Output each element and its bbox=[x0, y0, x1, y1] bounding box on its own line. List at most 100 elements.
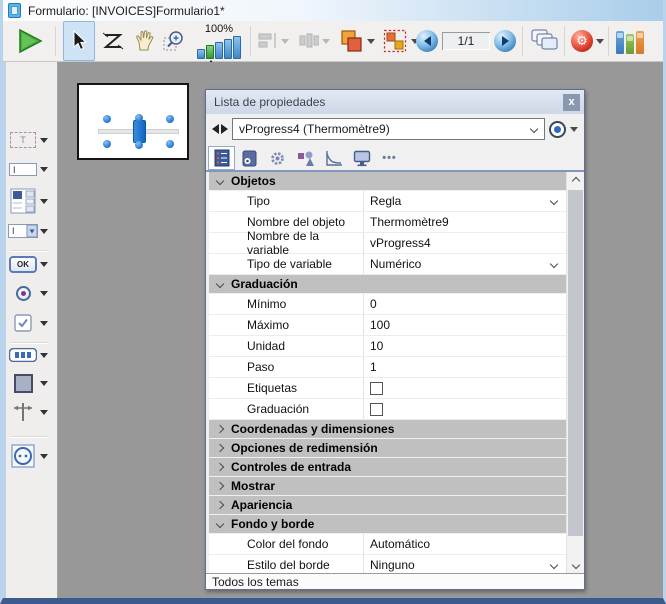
tab-shapes[interactable] bbox=[292, 146, 319, 170]
close-icon[interactable]: x bbox=[563, 94, 580, 111]
combo-box-tool[interactable]: I bbox=[6, 224, 56, 238]
dropdown-arrow-icon[interactable] bbox=[40, 321, 48, 326]
property-value[interactable]: Thermomètre9 bbox=[364, 212, 566, 232]
property-value[interactable]: 100 bbox=[364, 315, 566, 335]
form-pages-button[interactable] bbox=[527, 21, 561, 61]
property-value[interactable] bbox=[364, 378, 566, 398]
dropdown-arrow-icon[interactable] bbox=[367, 39, 375, 44]
selection-handle[interactable] bbox=[135, 141, 143, 149]
pointer-tool-button[interactable] bbox=[63, 21, 95, 61]
list-box-tool[interactable] bbox=[6, 188, 56, 214]
checkbox-tool[interactable] bbox=[6, 314, 56, 332]
draw-tool-button[interactable] bbox=[97, 21, 129, 61]
property-value[interactable]: Ninguno bbox=[364, 555, 566, 573]
explorer-button[interactable] bbox=[613, 21, 647, 61]
chevron-down-icon[interactable] bbox=[550, 260, 558, 268]
chevron-down-icon[interactable] bbox=[550, 561, 558, 569]
checkbox[interactable] bbox=[370, 382, 383, 395]
dropdown-arrow-icon[interactable] bbox=[40, 454, 48, 459]
dropdown-arrow-icon[interactable] bbox=[40, 199, 48, 204]
selection-handle[interactable] bbox=[103, 140, 111, 148]
eye-icon[interactable] bbox=[549, 121, 566, 138]
property-value[interactable]: 0 bbox=[364, 294, 566, 314]
zoom-bar-800[interactable] bbox=[233, 36, 241, 59]
property-value[interactable]: vProgress4 bbox=[364, 233, 566, 253]
tab-actions[interactable] bbox=[264, 146, 291, 170]
section-header[interactable]: Graduación bbox=[209, 275, 566, 294]
slider-thumb[interactable] bbox=[133, 120, 146, 143]
dropdown-arrow-icon[interactable] bbox=[40, 138, 48, 143]
property-value[interactable]: 10 bbox=[364, 336, 566, 356]
settings-button[interactable]: ⚙ bbox=[569, 21, 595, 61]
tab-more[interactable]: ••• bbox=[376, 146, 403, 170]
dropdown-arrow-icon[interactable] bbox=[40, 410, 48, 415]
previous-object-icon[interactable] bbox=[212, 124, 219, 134]
run-button[interactable] bbox=[11, 21, 49, 61]
dropdown-arrow-icon[interactable] bbox=[40, 229, 48, 234]
rectangle-tool[interactable] bbox=[6, 374, 56, 393]
property-value[interactable] bbox=[364, 399, 566, 419]
form-canvas[interactable]: Lista de propiedades x vProgress4 (Therm… bbox=[59, 62, 663, 598]
selection-handle[interactable] bbox=[135, 114, 143, 122]
tab-display[interactable] bbox=[348, 146, 375, 170]
scroll-down-button[interactable] bbox=[567, 556, 584, 573]
next-page-button[interactable] bbox=[493, 21, 517, 61]
section-header[interactable]: Mostrar bbox=[209, 477, 566, 496]
plugin-area-tool[interactable] bbox=[6, 444, 56, 468]
panel-titlebar[interactable]: Lista de propiedades x bbox=[206, 90, 584, 114]
splitter-tool[interactable] bbox=[6, 402, 56, 422]
property-list-panel: Lista de propiedades x vProgress4 (Therm… bbox=[205, 89, 585, 590]
tab-property-list[interactable] bbox=[208, 146, 235, 170]
section-header[interactable]: Objetos bbox=[209, 172, 566, 191]
section-header[interactable]: Coordenadas y dimensiones bbox=[209, 420, 566, 439]
zoom-bar-100-selected[interactable] bbox=[206, 45, 214, 59]
page-indicator-field[interactable]: 1/1 bbox=[441, 21, 491, 61]
section-header[interactable]: Opciones de redimensión bbox=[209, 439, 566, 458]
tab-objects[interactable] bbox=[236, 146, 263, 170]
text-tool[interactable]: T bbox=[6, 132, 56, 148]
dropdown-arrow-icon[interactable] bbox=[40, 262, 48, 267]
zoom-bars[interactable] bbox=[197, 36, 241, 59]
property-value[interactable]: Numérico bbox=[364, 254, 566, 274]
selection-handle[interactable] bbox=[166, 115, 174, 123]
zoom-tool-button[interactable] bbox=[159, 21, 191, 61]
property-value[interactable]: 1 bbox=[364, 357, 566, 377]
zoom-bar-400[interactable] bbox=[224, 39, 232, 59]
checkbox[interactable] bbox=[370, 403, 383, 416]
panel-scrollbar[interactable] bbox=[566, 172, 584, 573]
previous-page-button[interactable] bbox=[415, 21, 439, 61]
zoom-level-control[interactable]: 100% bbox=[191, 21, 247, 61]
chevron-down-icon[interactable] bbox=[550, 197, 558, 205]
hand-tool-button[interactable] bbox=[129, 21, 161, 61]
dropdown-arrow-icon[interactable] bbox=[40, 291, 48, 296]
form-area[interactable] bbox=[77, 83, 189, 160]
button-grid-tool[interactable] bbox=[6, 348, 56, 362]
settings-dropdown[interactable] bbox=[593, 21, 607, 61]
scrollbar-thumb[interactable] bbox=[568, 190, 583, 536]
tab-events[interactable] bbox=[320, 146, 347, 170]
dropdown-arrow-icon[interactable] bbox=[40, 167, 48, 172]
property-value[interactable]: Regla bbox=[364, 191, 566, 211]
section-header[interactable]: Controles de entrada bbox=[209, 458, 566, 477]
chevron-right-icon bbox=[216, 501, 224, 509]
dropdown-arrow-icon[interactable] bbox=[40, 353, 48, 358]
section-header[interactable]: Fondo y borde bbox=[209, 515, 566, 534]
selection-handle[interactable] bbox=[103, 115, 111, 123]
zoom-bar-200[interactable] bbox=[215, 42, 223, 59]
layer-order-button[interactable] bbox=[336, 21, 378, 61]
view-options-dropdown-icon[interactable] bbox=[570, 127, 578, 132]
align-button-disabled bbox=[254, 21, 292, 61]
zoom-bar-50[interactable] bbox=[197, 49, 205, 59]
property-value[interactable]: Automático bbox=[364, 534, 566, 554]
radio-button-tool[interactable] bbox=[6, 286, 56, 301]
property-label: Unidad bbox=[209, 336, 364, 356]
toolbar-separator bbox=[608, 26, 609, 56]
input-field-tool[interactable]: I bbox=[6, 163, 56, 176]
button-tool[interactable]: OK bbox=[6, 256, 56, 273]
dropdown-arrow-icon[interactable] bbox=[40, 381, 48, 386]
object-selector-combobox[interactable]: vProgress4 (Thermomètre9) bbox=[232, 118, 545, 140]
next-object-icon[interactable] bbox=[221, 124, 228, 134]
scroll-up-button[interactable] bbox=[567, 172, 584, 189]
section-header[interactable]: Apariencia bbox=[209, 496, 566, 515]
selection-handle[interactable] bbox=[166, 140, 174, 148]
